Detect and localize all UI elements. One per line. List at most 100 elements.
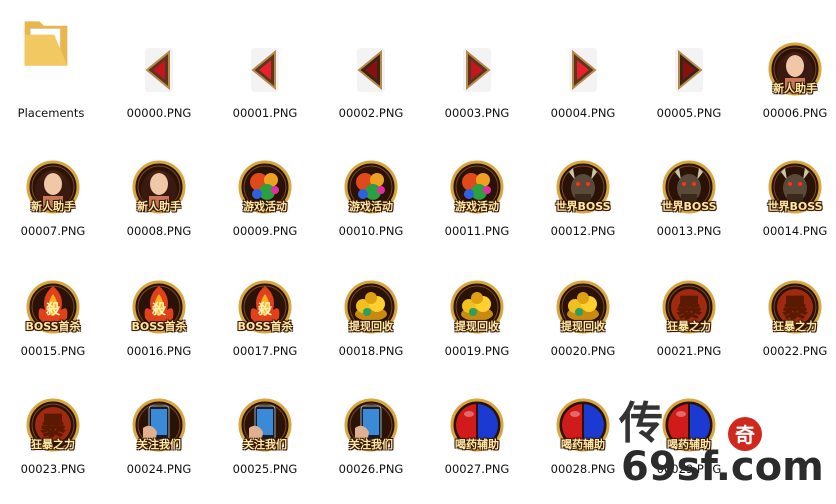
file-item[interactable]: 游戏活动 00011.PNG (424, 118, 530, 238)
thumbnail-label: BOSS首杀 (25, 320, 81, 333)
thumbnail-label: BOSS首杀 (237, 320, 293, 333)
file-name: 00008.PNG (126, 224, 192, 238)
file-name: 00009.PNG (232, 224, 298, 238)
thumbnail-label: 新人助手 (31, 200, 75, 213)
boss-firstkill-icon: 殺 BOSS首杀 (25, 280, 81, 336)
follow-icon: 关注我们 (237, 398, 293, 454)
world-boss-icon: 世界BOSS (555, 160, 611, 216)
withdraw-icon: 提现回收 (343, 280, 399, 336)
events-icon: 游戏活动 (343, 160, 399, 216)
events-icon: 游戏活动 (237, 160, 293, 216)
thumbnail-label: 提现回收 (455, 320, 499, 333)
helper-girl-icon: 新人助手 (767, 42, 823, 98)
boss-firstkill-icon: 殺 BOSS首杀 (237, 280, 293, 336)
thumbnail-label: 狂暴之力 (31, 438, 75, 451)
file-item[interactable]: 新人助手 00006.PNG (742, 0, 836, 120)
follow-icon: 关注我们 (131, 398, 187, 454)
follow-icon: 关注我们 (343, 398, 399, 454)
world-boss-icon: 世界BOSS (767, 160, 823, 216)
file-name: 00010.PNG (338, 224, 404, 238)
thumbnail-label: 游戏活动 (455, 200, 499, 213)
file-item[interactable]: 00002.PNG (318, 0, 424, 120)
svg-text:殺: 殺 (257, 301, 273, 318)
thumbnail-label: 狂暴之力 (667, 320, 711, 333)
helper-girl-icon: 新人助手 (131, 160, 187, 216)
file-item[interactable]: 世界BOSS 00014.PNG (742, 118, 836, 238)
file-name: 00013.PNG (656, 224, 722, 238)
svg-text:传: 传 (618, 398, 663, 449)
svg-text:殺: 殺 (151, 301, 167, 318)
file-item[interactable]: 游戏活动 00009.PNG (212, 118, 318, 238)
thumbnail-label: BOSS首杀 (131, 320, 187, 333)
file-item[interactable]: 00003.PNG (424, 0, 530, 120)
watermark-site-text: 69sf.com (621, 444, 824, 490)
file-name: 00023.PNG (20, 462, 86, 476)
file-item[interactable]: 暴狂暴之力 00022.PNG (742, 238, 836, 358)
file-item[interactable]: 殺 BOSS首杀 00017.PNG (212, 238, 318, 358)
thumbnail-label: 狂暴之力 (773, 320, 817, 333)
file-item[interactable]: 暴狂暴之力 00023.PNG (0, 356, 106, 476)
thumbnail-label: 关注我们 (243, 438, 287, 451)
file-item[interactable]: 提现回收 00020.PNG (530, 238, 636, 358)
thumbnail-label: 世界BOSS (661, 200, 717, 213)
file-item[interactable]: 喝药辅助 00027.PNG (424, 356, 530, 476)
file-item[interactable]: 00001.PNG (212, 0, 318, 120)
file-item[interactable]: 新人助手 00008.PNG (106, 118, 212, 238)
file-item[interactable]: 游戏活动 00010.PNG (318, 118, 424, 238)
file-name: 00024.PNG (126, 462, 192, 476)
file-name: 00027.PNG (444, 462, 510, 476)
file-name: 00007.PNG (20, 224, 86, 238)
rage-icon: 暴狂暴之力 (661, 280, 717, 336)
file-item[interactable]: 世界BOSS 00012.PNG (530, 118, 636, 238)
thumbnail-label: 喝药辅助 (561, 438, 605, 451)
arrow-right-bright-icon (555, 42, 611, 98)
file-item[interactable]: 提现回收 00018.PNG (318, 238, 424, 358)
watermark-logo: 传 奇 69sf.com (617, 394, 832, 498)
file-name: 00025.PNG (232, 462, 298, 476)
file-item[interactable]: 殺 BOSS首杀 00016.PNG (106, 238, 212, 358)
file-item[interactable]: 暴狂暴之力 00021.PNG (636, 238, 742, 358)
folder-item-placements[interactable]: Placements (0, 0, 104, 120)
rage-icon: 暴狂暴之力 (25, 398, 81, 454)
thumbnail-label: 提现回收 (561, 320, 605, 333)
file-item[interactable]: 关注我们 00025.PNG (212, 356, 318, 476)
withdraw-icon: 提现回收 (449, 280, 505, 336)
boss-firstkill-icon: 殺 BOSS首杀 (131, 280, 187, 336)
file-item[interactable]: 提现回收 00019.PNG (424, 238, 530, 358)
file-item[interactable]: 00004.PNG (530, 0, 636, 120)
file-item[interactable]: 殺 BOSS首杀 00015.PNG (0, 238, 106, 358)
potion-icon: 喝药辅助 (449, 398, 505, 454)
thumbnail-label: 游戏活动 (349, 200, 393, 213)
withdraw-icon: 提现回收 (555, 280, 611, 336)
thumbnail-label: 新人助手 (773, 82, 817, 95)
file-item[interactable]: 世界BOSS 00013.PNG (636, 118, 742, 238)
thumbnail-label: 喝药辅助 (455, 438, 499, 451)
helper-girl-icon: 新人助手 (25, 160, 81, 216)
arrow-right-dark-icon (661, 42, 717, 98)
file-name: 00011.PNG (444, 224, 510, 238)
arrow-left-icon (131, 42, 187, 98)
file-item[interactable]: 关注我们 00024.PNG (106, 356, 212, 476)
file-name: 00012.PNG (550, 224, 616, 238)
thumbnail-label: 提现回收 (349, 320, 393, 333)
thumbnail-label: 世界BOSS (555, 200, 611, 213)
events-icon: 游戏活动 (449, 160, 505, 216)
rage-icon: 暴狂暴之力 (767, 280, 823, 336)
arrow-left-dark-icon (343, 42, 399, 98)
arrow-right-icon (449, 42, 505, 98)
thumbnail-label: 关注我们 (349, 438, 393, 451)
file-name: 00014.PNG (762, 224, 828, 238)
thumbnail-label: 关注我们 (137, 438, 181, 451)
file-item[interactable]: 00005.PNG (636, 0, 742, 120)
thumbnail-label: 新人助手 (137, 200, 181, 213)
svg-text:殺: 殺 (45, 301, 61, 318)
folder-icon (18, 14, 84, 90)
file-item[interactable]: 关注我们 00026.PNG (318, 356, 424, 476)
world-boss-icon: 世界BOSS (661, 160, 717, 216)
file-item[interactable]: 00000.PNG (106, 0, 212, 120)
potion-icon: 喝药辅助 (555, 398, 611, 454)
file-name: 00022.PNG (762, 344, 828, 358)
thumbnail-label: 游戏活动 (243, 200, 287, 213)
thumbnail-label: 世界BOSS (767, 200, 823, 213)
file-item[interactable]: 新人助手 00007.PNG (0, 118, 106, 238)
